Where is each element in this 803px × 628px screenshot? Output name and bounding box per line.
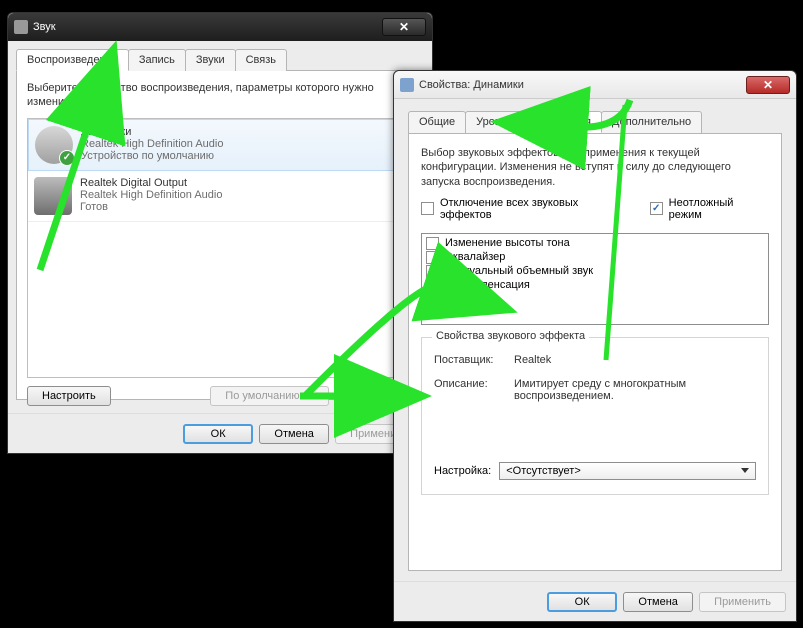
effect-checkbox[interactable] <box>426 237 439 250</box>
enhancements-desc: Выбор звуковых эффектов для применения к… <box>421 146 769 189</box>
disable-all-row[interactable]: Отключение всех звуковых эффектов <box>421 197 632 221</box>
tab-record[interactable]: Запись <box>128 49 186 71</box>
effect-row[interactable]: Виртуальный объемный звук <box>426 265 764 278</box>
digital-output-icon <box>34 177 72 215</box>
disable-all-checkbox[interactable] <box>421 202 434 215</box>
ok-button[interactable]: ОК <box>183 424 253 444</box>
effects-list[interactable]: Изменение высоты тона Эквалайзер Виртуал… <box>421 233 769 325</box>
dialog-buttons: ОК Отмена Применить <box>8 413 432 453</box>
device-list[interactable]: ✓ Динамики Realtek High Definition Audio… <box>27 118 413 378</box>
titlebar-props[interactable]: Свойства: Динамики ✕ <box>394 71 796 99</box>
device-item-digital[interactable]: Realtek Digital Output Realtek High Defi… <box>28 171 412 222</box>
provider-label: Поставщик: <box>434 354 514 366</box>
effect-row[interactable]: Тонкомпенсация <box>426 279 764 292</box>
configure-button[interactable]: Настроить <box>27 386 111 406</box>
close-icon[interactable]: ✕ <box>746 76 790 94</box>
effect-row[interactable]: Изменение высоты тона <box>426 237 764 250</box>
effect-props-fieldset: Свойства звукового эффекта Поставщик: Re… <box>421 337 769 495</box>
tab-sounds[interactable]: Звуки <box>185 49 236 71</box>
device-driver: Realtek High Definition Audio <box>81 138 223 150</box>
props-tabs: Общие Уровни Улучшения Дополнительно <box>408 111 782 133</box>
instruction-text: Выберите устройство воспроизведения, пар… <box>27 81 413 110</box>
setting-combo[interactable]: <Отсутствует> <box>499 462 756 480</box>
cancel-button[interactable]: Отмена <box>259 424 329 444</box>
description-label: Описание: <box>434 378 514 402</box>
ok-button[interactable]: ОК <box>547 592 617 612</box>
sound-window: Звук ✕ Воспроизведение Запись Звуки Связ… <box>7 12 433 454</box>
apply-button[interactable]: Применить <box>699 592 786 612</box>
urgent-mode-checkbox[interactable] <box>650 202 663 215</box>
disable-all-label: Отключение всех звуковых эффектов <box>440 197 632 221</box>
speaker-props-icon <box>400 78 414 92</box>
urgent-mode-row[interactable]: Неотложный режим <box>650 197 769 221</box>
speaker-icon: ✓ <box>35 126 73 164</box>
tab-advanced[interactable]: Дополнительно <box>601 111 702 133</box>
effect-row[interactable]: Эквалайзер <box>426 251 764 264</box>
fieldset-legend: Свойства звукового эффекта <box>432 330 589 342</box>
default-check-icon: ✓ <box>59 150 75 166</box>
tab-comm[interactable]: Связь <box>235 49 287 71</box>
props-tab-content: Выбор звуковых эффектов для применения к… <box>408 133 782 571</box>
description-value: Имитирует среду с многократным воспроизв… <box>514 378 756 402</box>
setting-label: Настройка: <box>434 465 491 477</box>
tab-content: Выберите устройство воспроизведения, пар… <box>16 70 424 400</box>
dialog-buttons: ОК Отмена Применить <box>394 581 796 621</box>
effect-checkbox[interactable] <box>426 265 439 278</box>
device-name: Динамики <box>81 126 223 138</box>
titlebar-sound[interactable]: Звук ✕ <box>8 13 432 41</box>
urgent-mode-label: Неотложный режим <box>669 197 769 221</box>
device-status: Устройство по умолчанию <box>81 150 223 162</box>
window-title: Свойства: Динамики <box>419 79 746 91</box>
tab-levels[interactable]: Уровни <box>465 111 524 133</box>
cancel-button[interactable]: Отмена <box>623 592 693 612</box>
device-buttons: Настроить По умолчанию Свойства <box>27 386 413 406</box>
provider-value: Realtek <box>514 354 756 366</box>
device-name: Realtek Digital Output <box>80 177 222 189</box>
device-driver: Realtek High Definition Audio <box>80 189 222 201</box>
effect-label: Виртуальный объемный звук <box>445 265 593 277</box>
tab-general[interactable]: Общие <box>408 111 466 133</box>
device-item-speakers[interactable]: ✓ Динамики Realtek High Definition Audio… <box>28 119 412 171</box>
window-title: Звук <box>33 21 382 33</box>
device-status: Готов <box>80 201 222 213</box>
effect-checkbox[interactable] <box>426 251 439 264</box>
properties-window: Свойства: Динамики ✕ Общие Уровни Улучше… <box>393 70 797 622</box>
sound-icon <box>14 20 28 34</box>
effect-label: Изменение высоты тона <box>445 237 570 249</box>
setting-value: <Отсутствует> <box>506 465 581 477</box>
effect-label: Эквалайзер <box>445 251 505 263</box>
tab-playback[interactable]: Воспроизведение <box>16 49 129 71</box>
tab-enhancements[interactable]: Улучшения <box>523 111 602 133</box>
effect-checkbox[interactable] <box>426 279 439 292</box>
set-default-button[interactable]: По умолчанию <box>210 386 328 406</box>
sound-tabs: Воспроизведение Запись Звуки Связь <box>16 49 424 71</box>
close-icon[interactable]: ✕ <box>382 18 426 36</box>
effect-label: Тонкомпенсация <box>445 279 530 291</box>
